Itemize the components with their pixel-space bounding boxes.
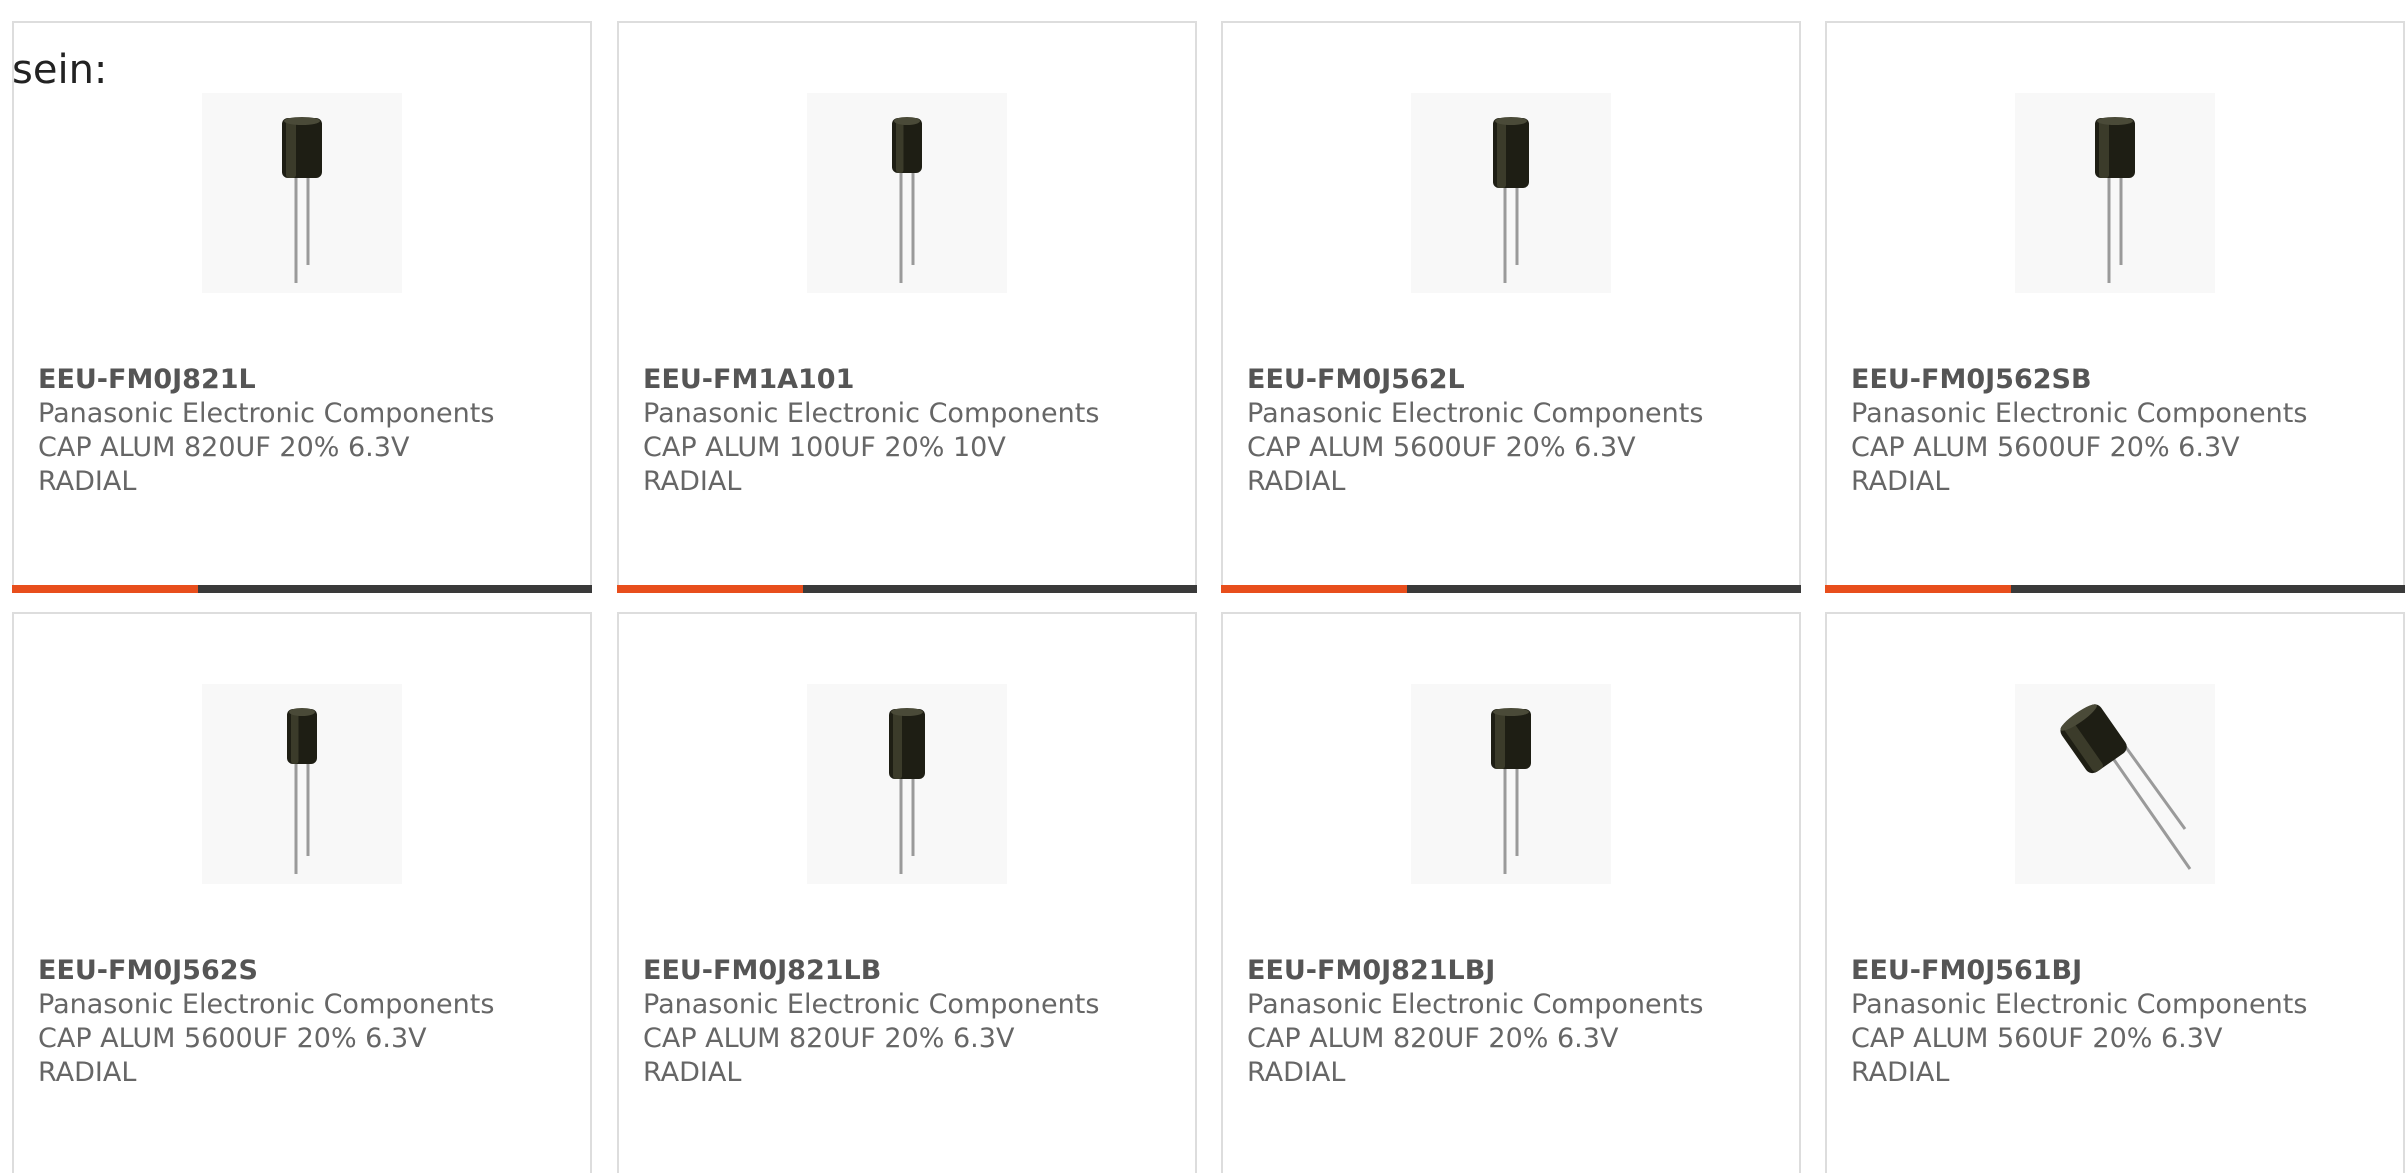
part-number-link[interactable]: EEU-FM1A101 xyxy=(643,363,1175,397)
manufacturer-label: Panasonic Electronic Components xyxy=(1247,989,1704,1020)
product-grid-page: sein: EEU-FM0J821L Panasonic Electronic C… xyxy=(0,0,2405,1173)
description-label: CAP ALUM 820UF 20% 6.3V RADIAL xyxy=(1247,1023,1619,1088)
description-label: CAP ALUM 5600UF 20% 6.3V RADIAL xyxy=(1247,432,1636,497)
description-label: CAP ALUM 5600UF 20% 6.3V RADIAL xyxy=(38,1023,427,1088)
capacitor-icon[interactable] xyxy=(202,93,402,293)
part-number-link[interactable]: EEU-FM0J561BJ xyxy=(1851,954,2383,988)
description-label: CAP ALUM 100UF 20% 10V RADIAL xyxy=(643,432,1006,497)
manufacturer-label: Panasonic Electronic Components xyxy=(643,989,1100,1020)
product-info: EEU-FM0J821LBJ Panasonic Electronic Compo… xyxy=(1247,954,1779,1090)
product-info: EEU-FM0J821L Panasonic Electronic Compone… xyxy=(38,363,570,499)
capacitor-icon[interactable] xyxy=(1411,684,1611,884)
product-card[interactable]: EEU-FM0J562L Panasonic Electronic Compone… xyxy=(1221,21,1801,593)
progress-fill xyxy=(1825,585,2011,593)
product-card[interactable]: EEU-FM0J821LBJ Panasonic Electronic Compo… xyxy=(1221,612,1801,1173)
capacitor-icon[interactable] xyxy=(2015,684,2215,884)
product-info: EEU-FM1A101 Panasonic Electronic Componen… xyxy=(643,363,1175,499)
product-info: EEU-FM0J562L Panasonic Electronic Compone… xyxy=(1247,363,1779,499)
manufacturer-label: Panasonic Electronic Components xyxy=(1247,398,1704,429)
product-card[interactable]: EEU-FM0J562S Panasonic Electronic Compone… xyxy=(12,612,592,1173)
product-card[interactable]: EEU-FM0J821LB Panasonic Electronic Compon… xyxy=(617,612,1197,1173)
product-info: EEU-FM0J821LB Panasonic Electronic Compon… xyxy=(643,954,1175,1090)
capacitor-icon[interactable] xyxy=(807,93,1007,293)
part-number-link[interactable]: EEU-FM0J562SB xyxy=(1851,363,2383,397)
progress-fill xyxy=(12,585,198,593)
progress-fill xyxy=(1221,585,1407,593)
part-number-link[interactable]: EEU-FM0J821LBJ xyxy=(1247,954,1779,988)
capacitor-icon[interactable] xyxy=(807,684,1007,884)
part-number-link[interactable]: EEU-FM0J562L xyxy=(1247,363,1779,397)
capacitor-icon[interactable] xyxy=(1411,93,1611,293)
capacitor-icon[interactable] xyxy=(202,684,402,884)
manufacturer-label: Panasonic Electronic Components xyxy=(1851,989,2308,1020)
manufacturer-label: Panasonic Electronic Components xyxy=(643,398,1100,429)
product-info: EEU-FM0J562S Panasonic Electronic Compone… xyxy=(38,954,570,1090)
product-info: EEU-FM0J562SB Panasonic Electronic Compon… xyxy=(1851,363,2383,499)
product-info: EEU-FM0J561BJ Panasonic Electronic Compon… xyxy=(1851,954,2383,1090)
description-label: CAP ALUM 560UF 20% 6.3V RADIAL xyxy=(1851,1023,2223,1088)
product-card[interactable]: EEU-FM0J561BJ Panasonic Electronic Compon… xyxy=(1825,612,2405,1173)
description-label: CAP ALUM 820UF 20% 6.3V RADIAL xyxy=(643,1023,1015,1088)
description-label: CAP ALUM 820UF 20% 6.3V RADIAL xyxy=(38,432,410,497)
progress-fill xyxy=(617,585,803,593)
carousel-progress-bar xyxy=(617,585,1197,593)
carousel-progress-bar xyxy=(1221,585,1801,593)
part-number-link[interactable]: EEU-FM0J821LB xyxy=(643,954,1175,988)
product-card[interactable]: EEU-FM1A101 Panasonic Electronic Componen… xyxy=(617,21,1197,593)
manufacturer-label: Panasonic Electronic Components xyxy=(38,398,495,429)
manufacturer-label: Panasonic Electronic Components xyxy=(1851,398,2308,429)
part-number-link[interactable]: EEU-FM0J821L xyxy=(38,363,570,397)
intro-text: sein: xyxy=(12,47,108,93)
part-number-link[interactable]: EEU-FM0J562S xyxy=(38,954,570,988)
capacitor-icon[interactable] xyxy=(2015,93,2215,293)
product-card[interactable]: EEU-FM0J562SB Panasonic Electronic Compon… xyxy=(1825,21,2405,593)
manufacturer-label: Panasonic Electronic Components xyxy=(38,989,495,1020)
carousel-progress-bar xyxy=(12,585,592,593)
product-card[interactable]: EEU-FM0J821L Panasonic Electronic Compone… xyxy=(12,21,592,593)
description-label: CAP ALUM 5600UF 20% 6.3V RADIAL xyxy=(1851,432,2240,497)
carousel-progress-bar xyxy=(1825,585,2405,593)
